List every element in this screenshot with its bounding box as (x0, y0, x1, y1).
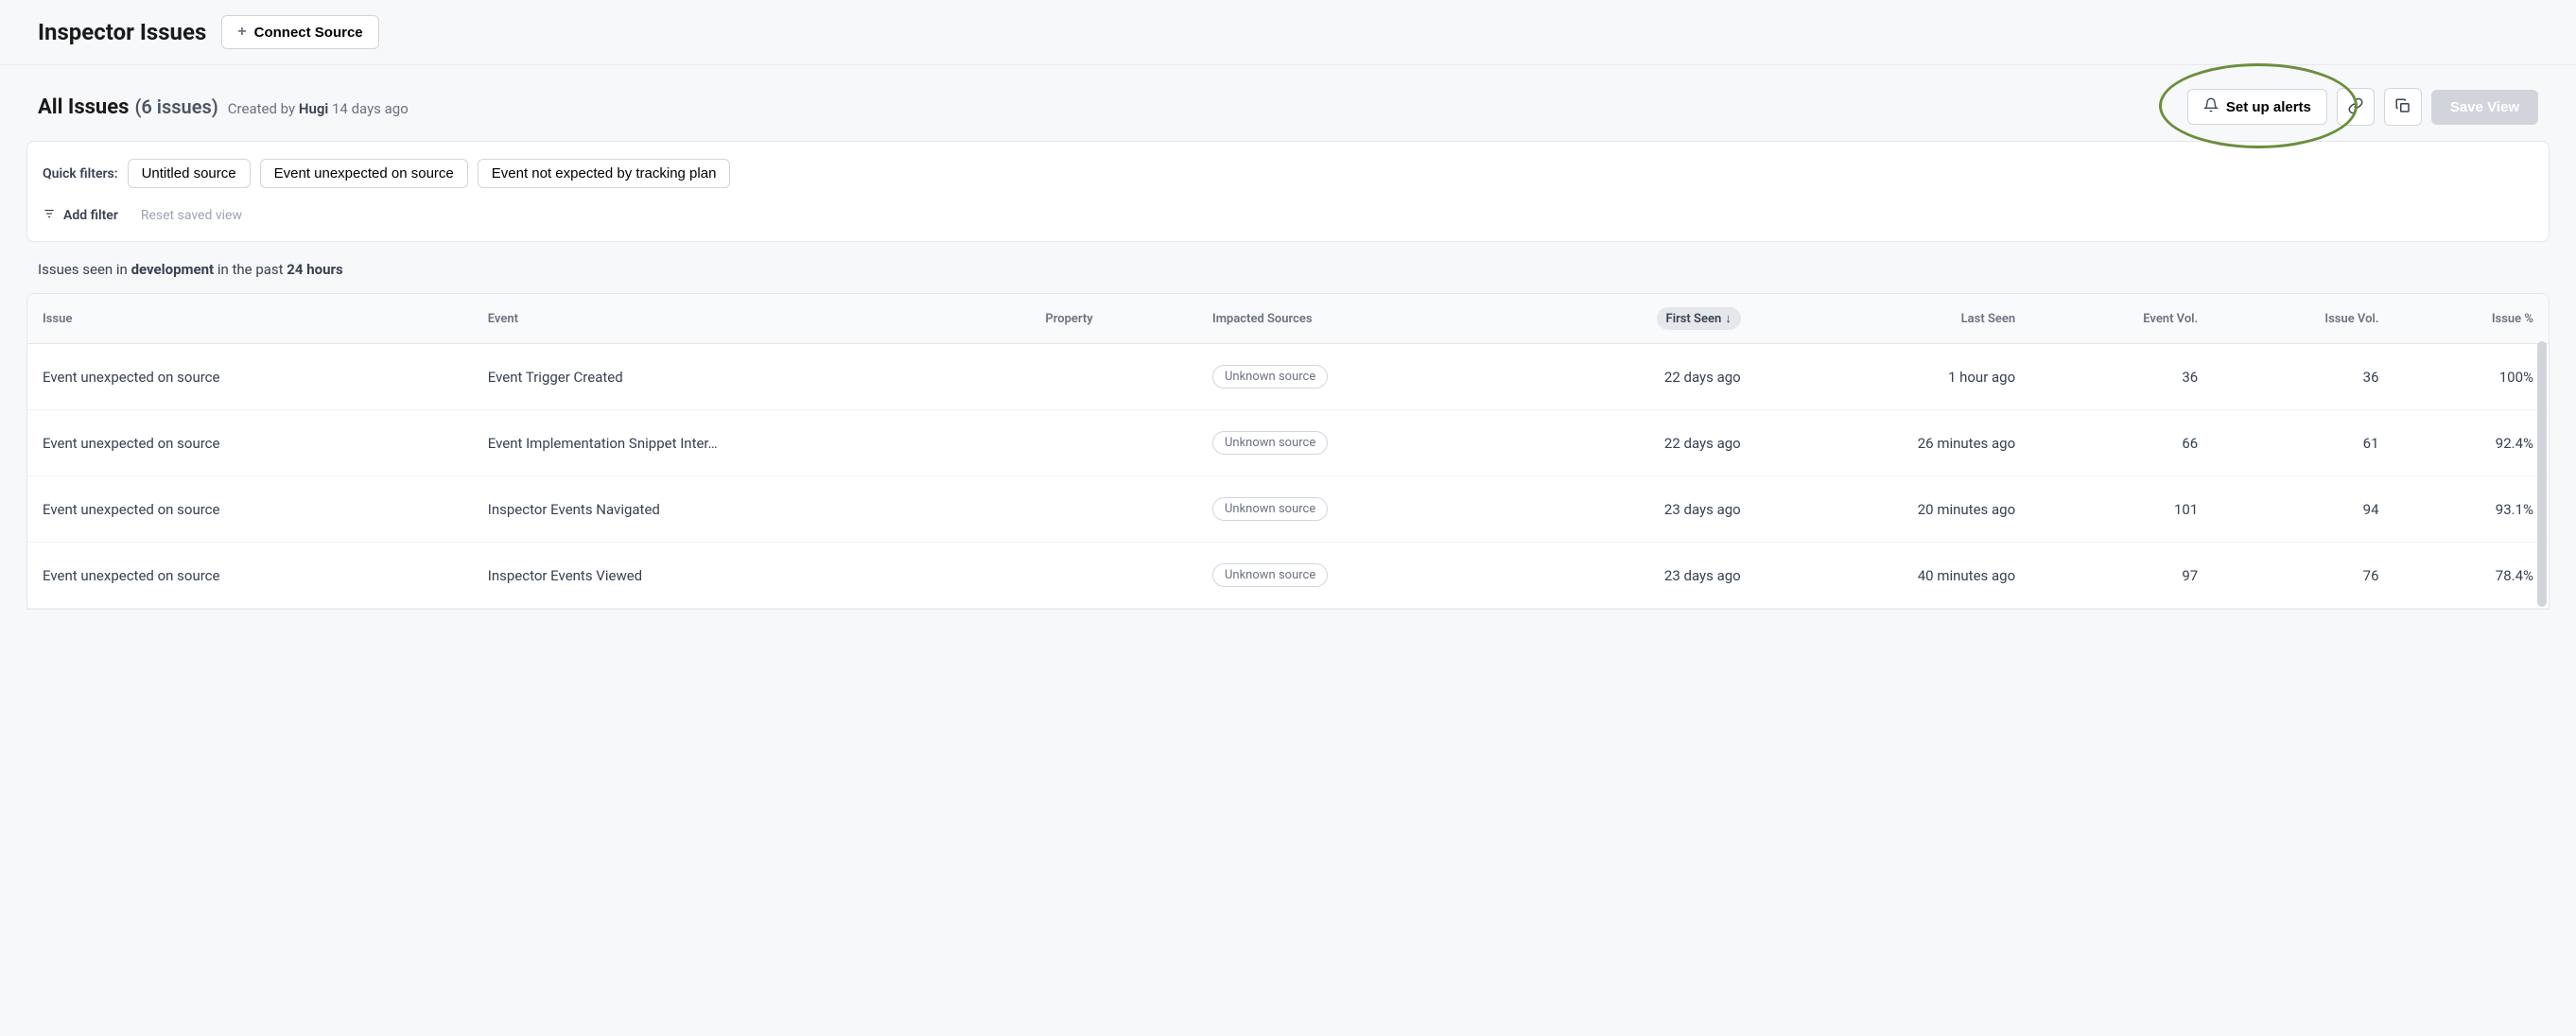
table-row[interactable]: Event unexpected on sourceEvent Implemen… (27, 410, 2549, 476)
cell-event-vol: 97 (2030, 543, 2213, 609)
cell-issue-vol: 36 (2213, 344, 2393, 410)
cell-event: Inspector Events Navigated (473, 476, 1031, 543)
cell-source: Unknown source (1197, 476, 1510, 543)
cell-source: Unknown source (1197, 410, 1510, 476)
cell-event: Event Trigger Created (473, 344, 1031, 410)
save-view-button[interactable]: Save View (2431, 90, 2538, 125)
cell-property (1030, 543, 1197, 609)
cell-issue-pct: 93.1% (2394, 476, 2549, 543)
filter-actions: Add filter Reset saved view (43, 207, 2533, 224)
copy-button[interactable] (2384, 88, 2422, 126)
col-sources[interactable]: Impacted Sources (1197, 294, 1510, 344)
issues-table-wrapper: Issue Event Property Impacted Sources Fi… (26, 293, 2550, 610)
col-first-seen[interactable]: First Seen ↓ (1510, 294, 1756, 344)
cell-last-seen: 26 minutes ago (1756, 410, 2030, 476)
cell-property (1030, 410, 1197, 476)
filter-chip[interactable]: Event unexpected on source (260, 159, 468, 188)
source-badge: Unknown source (1212, 365, 1328, 388)
cell-event-vol: 101 (2030, 476, 2213, 543)
page-header: Inspector Issues + Connect Source (0, 0, 2576, 65)
cell-event: Event Implementation Snippet Inter… (473, 410, 1031, 476)
cell-last-seen: 20 minutes ago (1756, 476, 2030, 543)
copy-icon (2394, 97, 2411, 117)
source-badge: Unknown source (1212, 497, 1328, 521)
filter-icon (43, 207, 56, 224)
arrow-down-icon: ↓ (1725, 311, 1732, 326)
source-badge: Unknown source (1212, 563, 1328, 587)
cell-first-seen: 23 days ago (1510, 476, 1756, 543)
reset-saved-view-button[interactable]: Reset saved view (141, 208, 242, 223)
created-by: Created by Hugi 14 days ago (228, 100, 409, 117)
col-event-vol[interactable]: Event Vol. (2030, 294, 2213, 344)
col-last-seen[interactable]: Last Seen (1756, 294, 2030, 344)
cell-issue-vol: 76 (2213, 543, 2393, 609)
filter-chip[interactable]: Untitled source (128, 159, 251, 188)
col-property[interactable]: Property (1030, 294, 1197, 344)
table-row[interactable]: Event unexpected on sourceInspector Even… (27, 543, 2549, 609)
link-icon (2347, 97, 2364, 117)
summary-text: Issues seen in development in the past 2… (0, 261, 2576, 293)
plus-icon: + (237, 24, 246, 41)
filter-chip[interactable]: Event not expected by tracking plan (478, 159, 731, 188)
connect-source-label: Connect Source (254, 25, 363, 41)
issues-table: Issue Event Property Impacted Sources Fi… (27, 294, 2549, 609)
link-button[interactable] (2337, 88, 2375, 126)
quick-filters-row: Quick filters: Untitled source Event une… (43, 159, 2533, 188)
source-badge: Unknown source (1212, 431, 1328, 455)
subheader: All Issues (6 issues) Created by Hugi 14… (0, 65, 2576, 141)
sort-pill-first-seen[interactable]: First Seen ↓ (1657, 307, 1741, 330)
cell-issue: Event unexpected on source (27, 344, 473, 410)
table-header-row: Issue Event Property Impacted Sources Fi… (27, 294, 2549, 344)
cell-issue-vol: 94 (2213, 476, 2393, 543)
view-title: All Issues (38, 95, 129, 119)
cell-property (1030, 344, 1197, 410)
table-row[interactable]: Event unexpected on sourceInspector Even… (27, 476, 2549, 543)
cell-issue: Event unexpected on source (27, 543, 473, 609)
page-title: Inspector Issues (38, 19, 206, 45)
subheader-left: All Issues (6 issues) Created by Hugi 14… (38, 95, 409, 119)
connect-source-button[interactable]: + Connect Source (221, 15, 378, 49)
subheader-actions: Set up alerts Save View (2187, 88, 2538, 126)
cell-first-seen: 23 days ago (1510, 543, 1756, 609)
col-issue-pct[interactable]: Issue % (2394, 294, 2549, 344)
cell-event: Inspector Events Viewed (473, 543, 1031, 609)
cell-issue-vol: 61 (2213, 410, 2393, 476)
add-filter-button[interactable]: Add filter (43, 207, 118, 224)
quick-filters-label: Quick filters: (43, 166, 118, 181)
cell-issue-pct: 78.4% (2394, 543, 2549, 609)
scrollbar[interactable] (2537, 341, 2547, 607)
cell-first-seen: 22 days ago (1510, 344, 1756, 410)
cell-last-seen: 1 hour ago (1756, 344, 2030, 410)
col-issue[interactable]: Issue (27, 294, 473, 344)
col-issue-vol[interactable]: Issue Vol. (2213, 294, 2393, 344)
cell-issue-pct: 100% (2394, 344, 2549, 410)
cell-source: Unknown source (1197, 344, 1510, 410)
cell-issue: Event unexpected on source (27, 410, 473, 476)
cell-first-seen: 22 days ago (1510, 410, 1756, 476)
cell-event-vol: 36 (2030, 344, 2213, 410)
cell-source: Unknown source (1197, 543, 1510, 609)
cell-issue-pct: 92.4% (2394, 410, 2549, 476)
cell-last-seen: 40 minutes ago (1756, 543, 2030, 609)
table-row[interactable]: Event unexpected on sourceEvent Trigger … (27, 344, 2549, 410)
alerts-label: Set up alerts (2226, 99, 2311, 115)
cell-property (1030, 476, 1197, 543)
set-up-alerts-button[interactable]: Set up alerts (2187, 89, 2327, 125)
issue-count: (6 issues) (134, 95, 218, 118)
bell-icon (2203, 97, 2219, 116)
col-event[interactable]: Event (473, 294, 1031, 344)
cell-event-vol: 66 (2030, 410, 2213, 476)
filters-panel: Quick filters: Untitled source Event une… (26, 141, 2550, 242)
cell-issue: Event unexpected on source (27, 476, 473, 543)
